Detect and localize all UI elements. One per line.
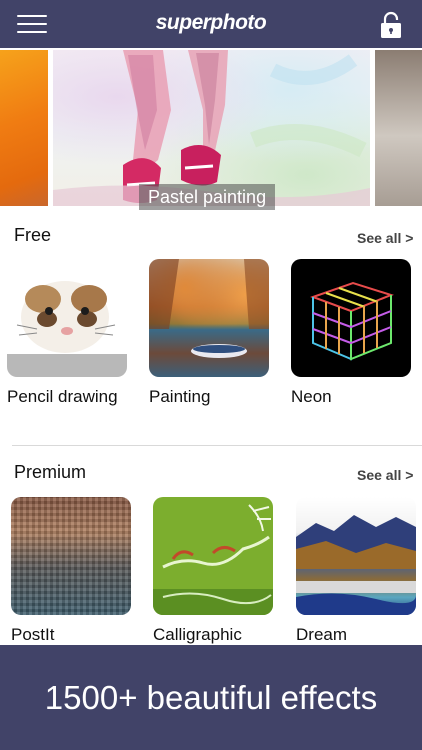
section-title-free: Free [14, 225, 52, 245]
effect-label-dream: Dream [296, 625, 348, 644]
top-bar: superphoto [0, 0, 422, 48]
effect-label-neon: Neon [291, 387, 332, 406]
lock-icon[interactable] [378, 10, 404, 40]
section-title-premium: Premium [14, 462, 87, 482]
hero-slide-pastel[interactable] [53, 50, 370, 206]
effect-tile-postit[interactable] [11, 497, 131, 615]
hero-slide-label: Pastel painting [139, 184, 276, 210]
promo-banner: 1500+ beautiful effects [0, 645, 422, 750]
effect-label-postit: PostIt [11, 625, 55, 644]
section-divider [12, 445, 422, 446]
see-all-free-link[interactable]: See all > [357, 230, 413, 246]
effect-tile-neon[interactable] [291, 259, 411, 377]
effect-tile-pencil-drawing[interactable] [7, 259, 127, 377]
effect-tile-painting[interactable] [149, 259, 269, 377]
hero-slide-next[interactable] [375, 50, 422, 206]
effect-label-painting: Painting [149, 387, 211, 406]
hamburger-menu-icon[interactable] [17, 13, 47, 35]
effect-label-pencil-drawing: Pencil drawing [7, 387, 118, 406]
hero-slide-prev[interactable] [0, 50, 48, 206]
app-logo: superphoto [155, 11, 267, 34]
effect-tile-calligraphic[interactable] [153, 497, 273, 615]
effect-tile-dream[interactable] [296, 497, 416, 615]
see-all-premium-link[interactable]: See all > [357, 467, 413, 483]
effect-label-calligraphic: Calligraphic [153, 625, 242, 644]
